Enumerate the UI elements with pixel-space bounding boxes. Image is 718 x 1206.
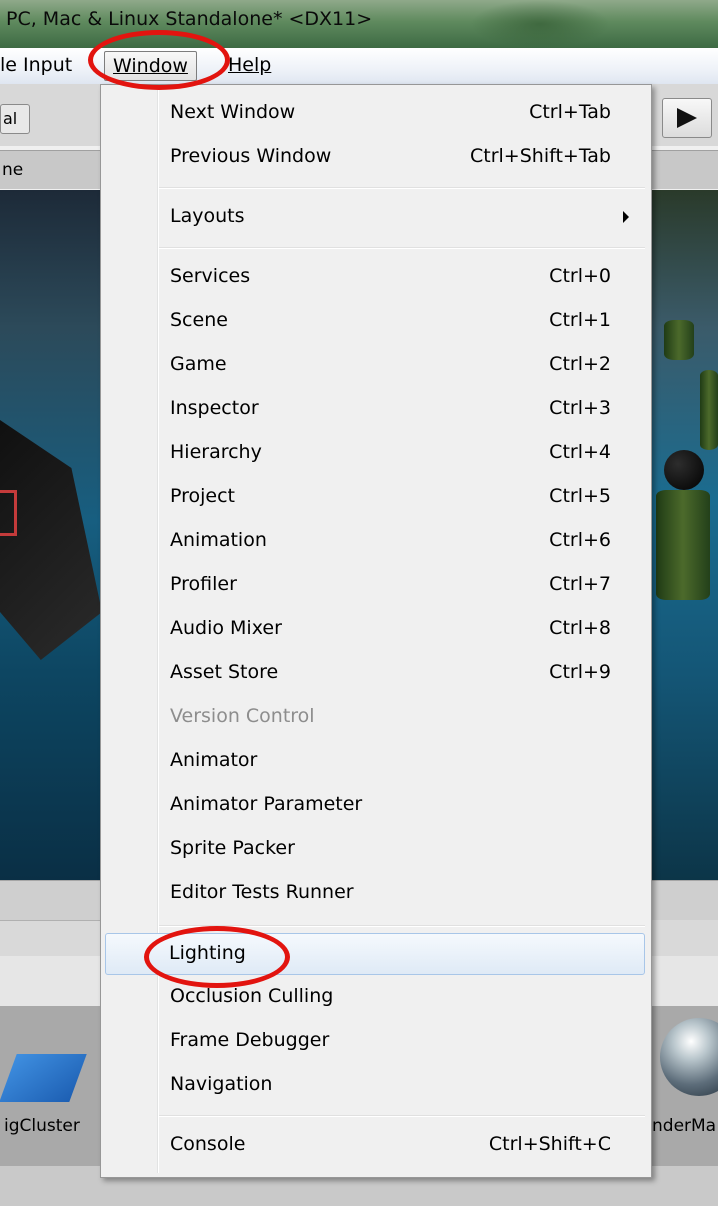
menu-item-next-window[interactable]: Next Window Ctrl+Tab bbox=[103, 91, 647, 135]
scene-view-right[interactable] bbox=[650, 190, 718, 880]
menu-item-label: Previous Window bbox=[170, 145, 332, 167]
asset-thumbnail-cluster[interactable] bbox=[0, 1054, 87, 1102]
menu-item-label: Animation bbox=[170, 529, 267, 551]
panel-toolbar-left bbox=[0, 920, 102, 957]
pillar-shape bbox=[700, 370, 718, 450]
submenu-arrow-icon bbox=[623, 211, 629, 223]
menu-item-label: Audio Mixer bbox=[170, 617, 282, 639]
menu-separator bbox=[159, 187, 645, 189]
annotation-circle-lighting bbox=[144, 926, 290, 988]
menu-item-label: Console bbox=[170, 1133, 246, 1155]
menu-item-animator-parameter[interactable]: Animator Parameter bbox=[103, 783, 647, 827]
menu-item-shortcut: Ctrl+Shift+C bbox=[488, 1133, 611, 1155]
menu-item-label: Game bbox=[170, 353, 227, 375]
sphere-shape bbox=[664, 450, 704, 490]
panel-row-right bbox=[650, 956, 718, 1006]
menu-item-game[interactable]: Game Ctrl+2 bbox=[103, 343, 647, 387]
asset-label-left[interactable]: igCluster bbox=[4, 1116, 80, 1136]
panel-header-right bbox=[650, 880, 718, 921]
menu-item-shortcut: Ctrl+4 bbox=[549, 441, 611, 463]
menu-item-sprite-packer[interactable]: Sprite Packer bbox=[103, 827, 647, 871]
menu-item-label: Navigation bbox=[170, 1073, 273, 1095]
title-bar-glow bbox=[470, 0, 610, 48]
scene-view-left[interactable] bbox=[0, 190, 102, 880]
menu-item-shortcut: Ctrl+8 bbox=[549, 617, 611, 639]
menu-item-label: Services bbox=[170, 265, 251, 287]
menu-item-services[interactable]: Services Ctrl+0 bbox=[103, 255, 647, 299]
play-button[interactable] bbox=[662, 98, 712, 138]
annotation-circle-window bbox=[88, 30, 230, 90]
menu-item-label: Hierarchy bbox=[170, 441, 262, 463]
menu-item-label: Version Control bbox=[170, 705, 315, 727]
menu-item-profiler[interactable]: Profiler Ctrl+7 bbox=[103, 563, 647, 607]
menu-separator bbox=[159, 247, 645, 249]
menu-item-shortcut: Ctrl+Shift+Tab bbox=[470, 145, 611, 167]
menu-item-inspector[interactable]: Inspector Ctrl+3 bbox=[103, 387, 647, 431]
menu-item-version-control: Version Control bbox=[103, 695, 647, 739]
menu-item-shortcut: Ctrl+0 bbox=[549, 265, 611, 287]
menu-item-frame-debugger[interactable]: Frame Debugger bbox=[103, 1019, 647, 1063]
panel-row-left bbox=[0, 956, 102, 1006]
menu-item-label: Sprite Packer bbox=[170, 837, 295, 859]
menu-item-previous-window[interactable]: Previous Window Ctrl+Shift+Tab bbox=[103, 135, 647, 179]
menu-help[interactable]: Help bbox=[228, 54, 271, 76]
menu-item-navigation[interactable]: Navigation bbox=[103, 1063, 647, 1107]
menu-item-label: Occlusion Culling bbox=[170, 985, 334, 1007]
scene-tab[interactable]: ne bbox=[0, 150, 102, 189]
menu-item-label: Animator Parameter bbox=[170, 793, 363, 815]
menu-item-label: Asset Store bbox=[170, 661, 279, 683]
menu-item-editor-tests-runner[interactable]: Editor Tests Runner bbox=[103, 871, 647, 915]
pillar-shape bbox=[664, 320, 694, 360]
menu-item-label: Editor Tests Runner bbox=[170, 881, 354, 903]
menu-item-animator[interactable]: Animator bbox=[103, 739, 647, 783]
pivot-toggle-button[interactable]: al bbox=[0, 104, 30, 134]
selection-gizmo bbox=[0, 490, 17, 536]
menu-item-label: Project bbox=[170, 485, 236, 507]
menu-item-shortcut: Ctrl+7 bbox=[549, 573, 611, 595]
play-icon bbox=[677, 108, 697, 128]
menu-item-console[interactable]: Console Ctrl+Shift+C bbox=[103, 1123, 647, 1167]
menu-item-audio-mixer[interactable]: Audio Mixer Ctrl+8 bbox=[103, 607, 647, 651]
window-title: PC, Mac & Linux Standalone* <DX11> bbox=[6, 8, 373, 30]
menu-item-label: Profiler bbox=[170, 573, 237, 595]
panel-header-left bbox=[0, 880, 102, 921]
rock-shape bbox=[0, 420, 102, 660]
menu-item-label: Next Window bbox=[170, 101, 296, 123]
pillar-shape bbox=[656, 490, 710, 600]
menu-help-label: Help bbox=[228, 54, 272, 76]
menu-item-shortcut: Ctrl+6 bbox=[549, 529, 611, 551]
menu-item-label: Frame Debugger bbox=[170, 1029, 330, 1051]
menu-item-shortcut: Ctrl+9 bbox=[549, 661, 611, 683]
menu-item-asset-store[interactable]: Asset Store Ctrl+9 bbox=[103, 651, 647, 695]
panel-toolbar-right bbox=[650, 920, 718, 956]
menu-mobile-input[interactable]: le Input bbox=[0, 54, 72, 76]
menu-item-shortcut: Ctrl+5 bbox=[549, 485, 611, 507]
menu-item-shortcut: Ctrl+1 bbox=[549, 309, 611, 331]
menu-item-label: Scene bbox=[170, 309, 228, 331]
menu-separator bbox=[159, 1115, 645, 1117]
menu-item-animation[interactable]: Animation Ctrl+6 bbox=[103, 519, 647, 563]
asset-grid-left bbox=[0, 1006, 102, 1166]
game-tab[interactable] bbox=[650, 150, 718, 189]
menu-item-shortcut: Ctrl+3 bbox=[549, 397, 611, 419]
menu-item-hierarchy[interactable]: Hierarchy Ctrl+4 bbox=[103, 431, 647, 475]
menu-item-shortcut: Ctrl+Tab bbox=[529, 101, 611, 123]
menu-item-project[interactable]: Project Ctrl+5 bbox=[103, 475, 647, 519]
menu-item-label: Inspector bbox=[170, 397, 259, 419]
window-menu-dropdown: Next Window Ctrl+Tab Previous Window Ctr… bbox=[100, 84, 652, 1178]
menu-item-label: Layouts bbox=[170, 205, 245, 227]
menu-item-layouts[interactable]: Layouts bbox=[103, 195, 647, 239]
menu-item-shortcut: Ctrl+2 bbox=[549, 353, 611, 375]
menu-item-label: Animator bbox=[170, 749, 258, 771]
asset-label-right[interactable]: nderMa bbox=[652, 1116, 716, 1136]
menu-item-scene[interactable]: Scene Ctrl+1 bbox=[103, 299, 647, 343]
